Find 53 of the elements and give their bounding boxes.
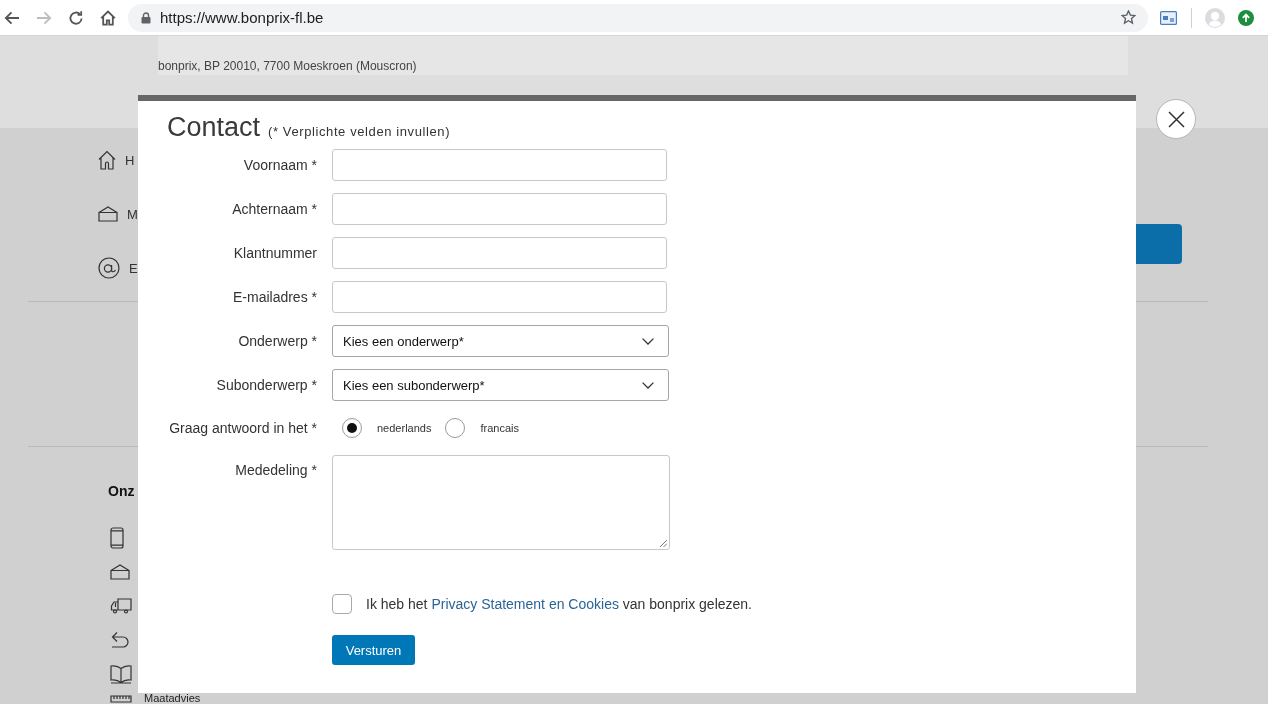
privacy-link[interactable]: Privacy Statement en Cookies <box>431 596 619 612</box>
resize-grip-icon[interactable] <box>660 540 667 547</box>
phone-icon[interactable] <box>110 527 124 549</box>
field-label: Subonderwerp * <box>215 377 317 393</box>
field-label: Voornaam * <box>242 157 317 173</box>
ruler-icon[interactable] <box>110 694 132 703</box>
back-arrow-icon <box>4 9 20 26</box>
address-text: bonprix, BP 20010, 7700 Moeskroen (Mouscron) <box>158 59 417 73</box>
radio-label: francais <box>480 422 519 434</box>
dropdown-field[interactable]: Kies een onderwerp* <box>332 325 669 357</box>
field-label: E-mailadres * <box>231 289 317 305</box>
input-field[interactable] <box>332 281 667 313</box>
extension-icon[interactable] <box>1160 10 1177 25</box>
menu-label[interactable]: H <box>125 152 135 168</box>
field-label: Mededeling * <box>234 461 317 478</box>
lock-icon <box>141 11 151 24</box>
arrow-up-icon[interactable] <box>1238 9 1254 26</box>
section-heading: Onz <box>108 483 135 499</box>
consent-text: Ik heb het Privacy Statement en Cookies van bonprix gelezen. <box>366 596 752 612</box>
radio-label: nederlands <box>377 422 432 434</box>
radio-button[interactable] <box>445 418 466 438</box>
at-sign-icon[interactable] <box>98 257 120 279</box>
reload-icon <box>68 9 84 26</box>
close-icon <box>1167 110 1185 128</box>
textarea-field[interactable] <box>332 455 670 550</box>
menu-label[interactable]: M <box>127 206 138 222</box>
input-field[interactable] <box>332 149 667 181</box>
submit-button[interactable]: Versturen <box>332 635 415 665</box>
envelope-icon[interactable] <box>110 564 130 580</box>
book-icon[interactable] <box>110 664 132 684</box>
required-note: (* Verplichte velden invullen) <box>268 124 451 139</box>
field-label: Onderwerp * <box>237 333 317 349</box>
dialog-title: Contact <box>167 111 261 143</box>
chevron-down-icon <box>642 381 654 389</box>
checkbox[interactable] <box>332 594 352 614</box>
truck-icon[interactable] <box>110 598 132 614</box>
forward-arrow-icon <box>36 9 52 26</box>
radio-button[interactable] <box>342 418 362 438</box>
input-field[interactable] <box>332 193 667 225</box>
input-field[interactable] <box>332 237 667 269</box>
chevron-down-icon <box>642 337 654 345</box>
service-label[interactable]: Maatadvies <box>144 693 201 704</box>
star-icon[interactable] <box>1121 10 1136 25</box>
field-label: Klantnummer <box>232 245 317 261</box>
address-bar[interactable]: https://www.bonprix-fl.be <box>128 3 1148 32</box>
menu-label[interactable]: E <box>129 260 138 276</box>
field-label: Achternaam * <box>231 201 317 217</box>
envelope-icon[interactable] <box>98 206 118 222</box>
home-icon <box>100 9 116 26</box>
field-label: Graag antwoord in het * <box>168 420 317 436</box>
dropdown-field[interactable]: Kies een subonderwerp* <box>332 369 669 401</box>
return-arrow-icon[interactable] <box>110 631 130 649</box>
house-icon[interactable] <box>98 150 116 170</box>
